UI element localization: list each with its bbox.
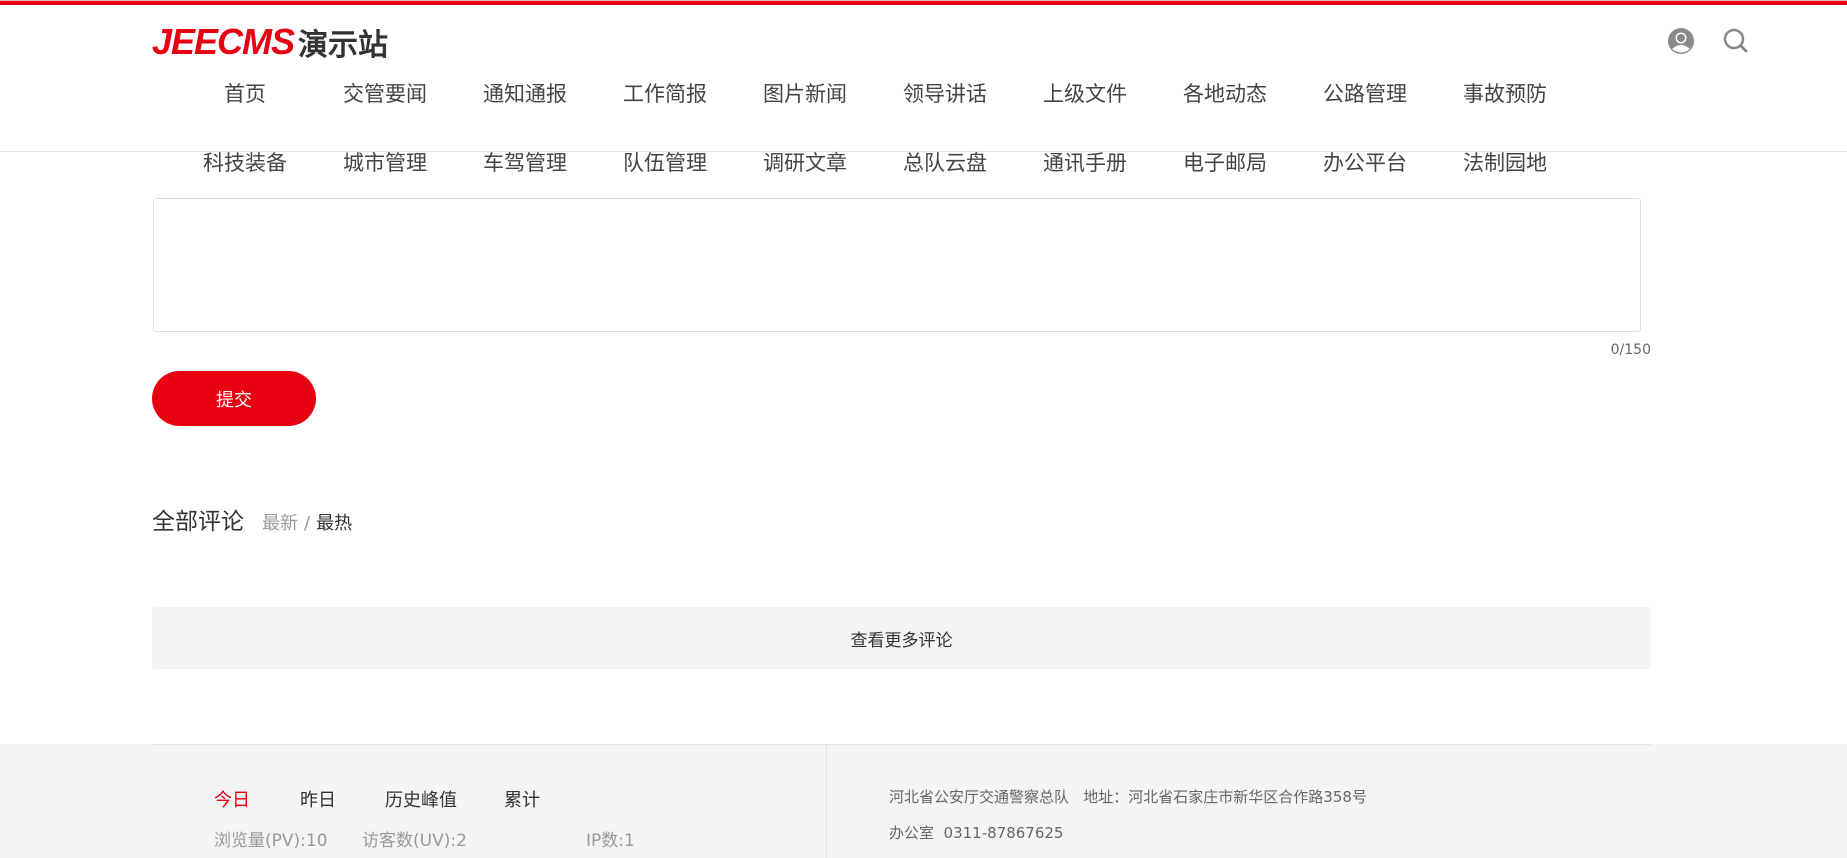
stat-ip: IP数:1 bbox=[586, 831, 635, 851]
footer-office-phone: 办公室 0311-87867625 bbox=[889, 824, 1064, 842]
nav-item[interactable]: 法制园地 bbox=[1435, 147, 1575, 177]
nav-item[interactable]: 交管要闻 bbox=[315, 78, 455, 108]
nav-item[interactable]: 电子邮局 bbox=[1155, 147, 1295, 177]
nav-row-1: 首页 交管要闻 通知通报 工作简报 图片新闻 领导讲话 上级文件 各地动态 公路… bbox=[175, 78, 1575, 108]
nav-item[interactable]: 公路管理 bbox=[1295, 78, 1435, 108]
sort-separator: / bbox=[304, 513, 311, 534]
load-more-comments-button[interactable]: 查看更多评论 bbox=[152, 607, 1651, 669]
nav-item[interactable]: 上级文件 bbox=[1015, 78, 1155, 108]
nav-item[interactable]: 图片新闻 bbox=[735, 78, 875, 108]
top-accent-bar bbox=[0, 0, 1847, 5]
nav-item[interactable]: 总队云盘 bbox=[875, 147, 1015, 177]
footer: 今日 昨日 历史峰值 累计 浏览量(PV):10 访客数(UV):2 IP数:1… bbox=[0, 744, 1847, 858]
nav-row-2: 科技装备 城市管理 车驾管理 队伍管理 调研文章 总队云盘 通讯手册 电子邮局 … bbox=[175, 147, 1575, 177]
nav-item[interactable]: 通讯手册 bbox=[1015, 147, 1155, 177]
sort-hottest[interactable]: 最热 bbox=[316, 509, 352, 535]
nav-item[interactable]: 城市管理 bbox=[315, 147, 455, 177]
search-icon[interactable] bbox=[1722, 27, 1750, 55]
nav-item[interactable]: 通知通报 bbox=[455, 78, 595, 108]
stats-tab-total[interactable]: 累计 bbox=[504, 786, 540, 812]
nav-item[interactable]: 队伍管理 bbox=[595, 147, 735, 177]
logo-text-cn: 演示站 bbox=[298, 28, 389, 63]
nav-item[interactable]: 各地动态 bbox=[1155, 78, 1295, 108]
user-icon[interactable] bbox=[1667, 27, 1695, 55]
site-logo[interactable]: JEECMS 演示站 bbox=[152, 21, 389, 63]
stats-tab-peak[interactable]: 历史峰值 bbox=[385, 786, 457, 812]
char-counter: 0/150 bbox=[1610, 342, 1651, 358]
sort-newest[interactable]: 最新 bbox=[262, 509, 298, 535]
footer-address: 河北省公安厅交通警察总队 地址：河北省石家庄市新华区合作路358号 bbox=[889, 788, 1367, 806]
nav-item[interactable]: 办公平台 bbox=[1295, 147, 1435, 177]
nav-item[interactable]: 领导讲话 bbox=[875, 78, 1015, 108]
footer-divider bbox=[152, 744, 1651, 745]
stats-tab-today[interactable]: 今日 bbox=[214, 786, 250, 812]
stat-pv: 浏览量(PV):10 bbox=[214, 831, 328, 851]
stats-tab-yesterday[interactable]: 昨日 bbox=[300, 786, 336, 812]
nav-item[interactable]: 调研文章 bbox=[735, 147, 875, 177]
logo-text-en: JEECMS bbox=[152, 21, 295, 62]
comments-title: 全部评论 bbox=[152, 509, 244, 535]
submit-button[interactable]: 提交 bbox=[152, 371, 316, 426]
nav-item[interactable]: 科技装备 bbox=[175, 147, 315, 177]
comments-header: 全部评论 最新 / 最热 bbox=[152, 502, 352, 536]
nav-item[interactable]: 首页 bbox=[175, 78, 315, 108]
nav-item[interactable]: 事故预防 bbox=[1435, 78, 1575, 108]
nav-item[interactable]: 工作简报 bbox=[595, 78, 735, 108]
stat-uv: 访客数(UV):2 bbox=[362, 831, 467, 851]
footer-vertical-divider bbox=[826, 744, 827, 858]
nav-item[interactable]: 车驾管理 bbox=[455, 147, 595, 177]
comment-input[interactable] bbox=[153, 198, 1641, 332]
